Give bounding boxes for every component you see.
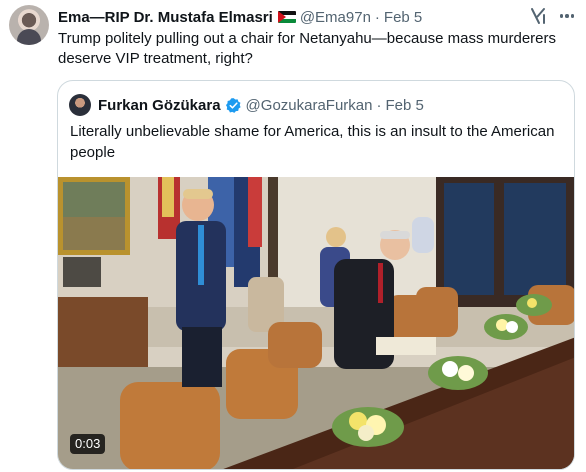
quoted-tweet-header: Furkan Gözükara @GozukaraFurkan · Feb 5 <box>98 94 424 116</box>
header-separator: · <box>374 8 380 26</box>
palestine-flag-icon <box>277 11 296 23</box>
quoted-tweet[interactable]: Furkan Gözükara @GozukaraFurkan · Feb 5 … <box>57 80 575 470</box>
author-avatar[interactable] <box>9 5 49 45</box>
tweet-date[interactable]: Feb 5 <box>384 9 422 26</box>
tweet-text: Trump politely pulling out a chair for N… <box>58 30 557 67</box>
author-name[interactable]: Ema—RIP Dr. Mustafa Elmasri <box>58 9 273 26</box>
video-player[interactable]: 0:03 <box>58 177 574 469</box>
grok-icon[interactable] <box>528 6 548 26</box>
verified-badge-icon <box>225 97 241 113</box>
video-frame <box>58 177 574 469</box>
tweet-header: Ema—RIP Dr. Mustafa Elmasri @Ema97n · Fe… <box>58 7 422 27</box>
quoted-tweet-date[interactable]: Feb 5 <box>386 97 424 114</box>
author-handle[interactable]: @Ema97n <box>300 9 371 26</box>
quoted-author-name[interactable]: Furkan Gözükara <box>98 97 221 114</box>
quoted-author-handle[interactable]: @GozukaraFurkan <box>246 97 373 114</box>
more-icon[interactable] <box>557 6 577 26</box>
tweet[interactable]: Ema—RIP Dr. Mustafa Elmasri @Ema97n · Fe… <box>0 0 586 472</box>
quoted-header-separator: · <box>376 96 382 114</box>
quoted-author-avatar[interactable] <box>69 94 91 116</box>
quoted-tweet-text: Literally unbelievable shame for America… <box>70 123 555 161</box>
video-duration-badge: 0:03 <box>70 434 106 454</box>
